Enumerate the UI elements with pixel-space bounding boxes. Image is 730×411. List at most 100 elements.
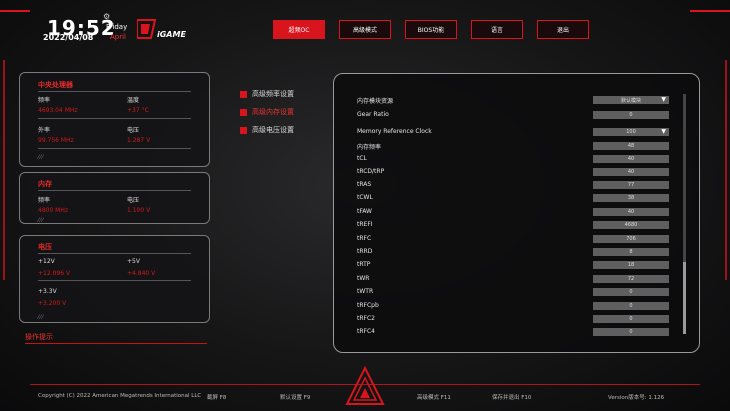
frame-line-top-left [0,10,30,12]
clock-month: April [110,33,126,41]
panel-decoration: ⁄⁄⁄ [38,217,45,224]
setting-value-field[interactable]: 0 [593,288,669,296]
voltage-panel-title: 电压 [38,243,52,251]
setting-value: 100 [626,129,636,135]
setting-value-field[interactable]: 40 [593,155,669,163]
setting-value: 706 [626,236,636,242]
voltage-panel: 电压 +12V +5V +12.096 V +4.840 V +3.3V +3.… [19,235,210,323]
setting-value-field[interactable]: 48 [593,142,669,150]
setting-value-field[interactable]: 18 [593,261,669,269]
scrollbar-thumb[interactable] [683,262,686,334]
cpu-volt-label: 电压 [127,127,140,134]
menu-label: 高级频率设置 [252,90,294,98]
setting-label: tRRD [357,248,373,255]
menu-bullet-icon [240,126,247,134]
clock-date: 2022/04/08 [43,33,94,42]
setting-value: 0 [629,289,633,295]
setting-value-field[interactable]: 72 [593,275,669,283]
footer-defaults-key[interactable]: 默认设置 F9 [280,393,310,401]
brand-logo-text: iGAME [157,30,186,39]
tab-advanced[interactable]: 高级模式 [339,20,391,39]
memory-volt-label: 电压 [127,197,140,204]
setting-value: 0 [629,316,633,322]
setting-label: tRTP [357,261,371,268]
divider [38,148,191,149]
memory-panel: 内存 频率 电压 4800 MHz 1.100 V ⁄⁄⁄ [19,172,210,224]
setting-label: tRFC4 [357,328,375,335]
menu-advanced-memory[interactable]: 高级内存设置 [240,107,294,117]
setting-value: 18 [627,262,635,268]
setting-value-field[interactable]: 0 [593,302,669,310]
panel-decoration: ⁄⁄⁄ [38,314,45,321]
footer-screenshot-key[interactable]: 截屏 F8 [207,393,226,401]
setting-value: 0 [629,329,633,335]
chevron-down-icon: ▼ [661,96,666,103]
frame-line-right [725,60,727,280]
setting-value: 72 [627,276,635,282]
clock-day: Friday [106,23,128,31]
setting-value: 默认模块 [620,97,641,104]
setting-label: 内存模块资源 [357,98,394,105]
tab-exit[interactable]: 退出 [537,20,589,39]
setting-label: tFAW [357,208,372,215]
cpu-temp-label: 温度 [127,97,140,104]
divider [38,190,191,191]
cpu-panel-title: 中央处理器 [38,81,73,89]
cpu-bclk-value: 99.756 MHz [38,137,74,144]
divider [38,91,191,92]
setting-label: tCL [357,155,367,162]
setting-value-field[interactable]: 4680 [593,221,669,229]
menu-advanced-voltage[interactable]: 高级电压设置 [240,125,294,135]
divider [38,253,191,254]
setting-value-field[interactable]: 40 [593,208,669,216]
memory-panel-title: 内存 [38,180,52,188]
setting-label: 内存频率 [357,144,382,151]
setting-label: tREFI [357,221,373,228]
setting-value-field[interactable]: 0 [593,328,669,336]
setting-dropdown[interactable]: 默认模块 ▼ [593,96,669,104]
footer-save-exit-key[interactable]: 保存并退出 F10 [492,393,531,401]
setting-label: tWTR [357,288,374,295]
footer-advanced-key[interactable]: 高级模式 F11 [417,393,451,401]
tab-overclock[interactable]: 超频OC [273,20,325,39]
cpu-bclk-label: 外率 [38,127,51,134]
setting-value-field[interactable]: 38 [593,194,669,202]
setting-value-field[interactable]: 77 [593,181,669,189]
setting-value-field[interactable]: 8 [593,248,669,256]
panel-decoration: ⁄⁄⁄ [38,154,45,161]
igame-emblem-icon [345,366,385,405]
cpu-freq-value: 4693.04 MHz [38,107,78,114]
setting-value: 48 [627,143,635,149]
setting-value: 40 [627,169,635,175]
setting-label: tCWL [357,194,373,201]
setting-label: tRFC [357,235,372,242]
setting-value-field[interactable]: 0 [593,111,669,119]
setting-value-field[interactable]: 40 [593,168,669,176]
operation-hint-label: 操作提示 [25,333,53,341]
setting-label: tRFCpb [357,302,379,309]
menu-label: 高级电压设置 [252,126,294,134]
hint-underline [25,343,207,344]
setting-value-field[interactable]: 0 [593,315,669,323]
setting-value: 40 [627,209,635,215]
setting-value: 0 [629,303,633,309]
setting-value: 8 [629,249,633,255]
tab-language[interactable]: 语言 [471,20,523,39]
memory-freq-label: 频率 [38,197,51,204]
chevron-down-icon: ▼ [661,128,666,135]
menu-label: 高级内存设置 [252,108,294,116]
tab-bios-features[interactable]: BIOS功能 [405,20,457,39]
cpu-temp-value: +37 °C [127,107,149,114]
version-text: Version版本号: 1.126 [608,395,665,401]
cpu-freq-label: 频率 [38,97,51,104]
setting-label: tWR [357,275,370,282]
setting-label: tRCD/tRP [357,168,385,175]
setting-value-field[interactable]: 706 [593,235,669,243]
setting-label: tRFC2 [357,315,375,322]
menu-advanced-frequency[interactable]: 高级频率设置 [240,89,294,99]
v12-label: +12V [38,258,55,265]
gear-icon[interactable]: ⚙ [103,12,110,21]
setting-dropdown[interactable]: 100 ▼ [593,128,669,136]
divider [38,280,191,281]
setting-label: tRAS [357,181,372,188]
